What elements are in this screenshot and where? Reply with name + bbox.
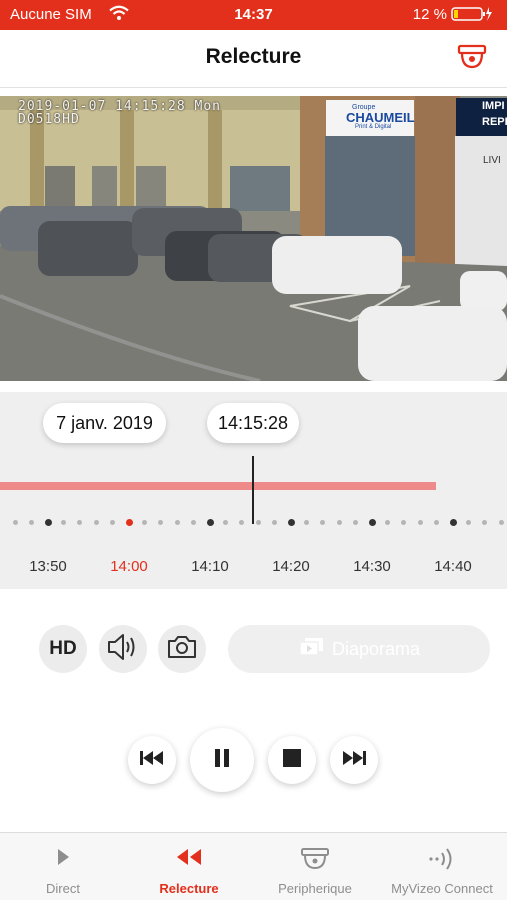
tab-bar: Direct Relecture Peripherique MyVizeo Co…: [0, 832, 507, 900]
repro-sign: IMPI REPRO: [456, 98, 507, 136]
recording-bar: [0, 482, 436, 490]
tab-peripherique[interactable]: Peripherique: [252, 833, 378, 900]
controls-panel: HD Diaporama: [0, 589, 507, 832]
next-button[interactable]: [330, 736, 378, 784]
timeline-tick: [45, 519, 52, 526]
tab-label: MyVizeo Connect: [391, 881, 493, 896]
status-bar: Aucune SIM 14:37 12 %: [0, 0, 507, 30]
timeline-label: 14:40: [434, 558, 472, 575]
speaker-icon: [106, 632, 140, 667]
playhead-cursor[interactable]: [252, 456, 254, 524]
timeline-tick: [223, 520, 229, 525]
skip-back-icon: [138, 749, 166, 772]
date-pill[interactable]: 7 janv. 2019: [43, 403, 166, 443]
timeline-label: 14:10: [191, 558, 229, 575]
timeline-tick: [271, 520, 277, 525]
timeline-tick: [466, 520, 472, 525]
timeline-tick: [288, 519, 295, 526]
timeline-tick: [158, 520, 164, 525]
tab-label: Relecture: [159, 881, 219, 896]
timeline-tick: [77, 520, 83, 525]
timeline-label: 13:50: [29, 558, 67, 575]
timeline-tick: [12, 520, 18, 525]
timeline-tick: [239, 520, 245, 525]
diaporama-label: Diaporama: [331, 638, 421, 659]
sound-button[interactable]: [99, 625, 147, 673]
video-player[interactable]: 2019-01-07 14:15:28 Mon D0518HD: [0, 96, 507, 381]
timeline-panel[interactable]: 7 janv. 2019 14:15:28 13:50 14:00 14:10 14:…: [0, 392, 507, 589]
camera-icon: [166, 633, 198, 666]
repro-sign-line1: IMPI: [482, 100, 505, 112]
page-title: Relecture: [205, 45, 302, 68]
timeline-tick: [142, 520, 148, 525]
timeline-tick: [126, 519, 133, 526]
tab-label: Direct: [46, 881, 80, 896]
pause-icon: [212, 748, 232, 773]
pause-button[interactable]: [190, 728, 254, 792]
signal-icon: [379, 847, 505, 871]
store-sign-sub: Print & Digital: [355, 124, 392, 130]
timeline-tick: [207, 519, 214, 526]
timeline-tick: [369, 519, 376, 526]
rewind-icon: [126, 847, 252, 871]
timeline-ticks: [0, 519, 507, 526]
timeline-label: 14:20: [272, 558, 310, 575]
timeline-tick: [190, 520, 196, 525]
timeline-tick: [28, 520, 34, 525]
repro-sign-line2: REPRO: [482, 116, 507, 128]
nav-header: Relecture: [0, 30, 507, 88]
hd-button[interactable]: HD: [39, 625, 87, 673]
timeline-tick: [417, 520, 423, 525]
timeline-tick: [304, 520, 310, 525]
stop-icon: [282, 748, 302, 773]
livr-sign: LIVI: [483, 155, 501, 166]
tab-direct[interactable]: Direct: [0, 833, 126, 900]
previous-button[interactable]: [128, 736, 176, 784]
tab-relecture[interactable]: Relecture: [126, 833, 252, 900]
osd-camera-id: D0518HD: [18, 112, 80, 127]
timeline-tick: [498, 520, 504, 525]
timeline-tick: [109, 520, 115, 525]
timeline-label: 14:30: [353, 558, 391, 575]
skip-forward-icon: [340, 749, 368, 772]
timeline-tick: [352, 520, 358, 525]
timeline-tick: [385, 520, 391, 525]
stop-button[interactable]: [268, 736, 316, 784]
battery-icon: [451, 6, 493, 26]
timeline-tick: [336, 520, 342, 525]
camera-scene-image: [0, 96, 507, 381]
timeline-label: 14:00: [110, 558, 148, 575]
battery-percent: 12 %: [412, 6, 447, 23]
timeline-tick: [93, 520, 99, 525]
store-sign-name: CHAUMEIL: [346, 110, 415, 125]
timeline-tick: [174, 520, 180, 525]
timeline-tick: [320, 520, 326, 525]
snapshot-button[interactable]: [158, 625, 206, 673]
camera-dome-icon: [252, 847, 378, 871]
slideshow-icon: [298, 637, 324, 662]
tab-myvizeo-connect[interactable]: MyVizeo Connect: [379, 833, 507, 900]
camera-dome-icon[interactable]: [457, 43, 487, 76]
timeline-tick: [450, 519, 457, 526]
timeline-tick: [255, 520, 261, 525]
diaporama-button[interactable]: Diaporama: [228, 625, 490, 673]
timeline-tick: [482, 520, 488, 525]
tab-label: Peripherique: [278, 881, 352, 896]
time-pill[interactable]: 14:15:28: [207, 403, 299, 443]
play-icon: [0, 847, 126, 871]
timeline-tick: [433, 520, 439, 525]
timeline-tick: [401, 520, 407, 525]
timeline-tick: [61, 520, 67, 525]
